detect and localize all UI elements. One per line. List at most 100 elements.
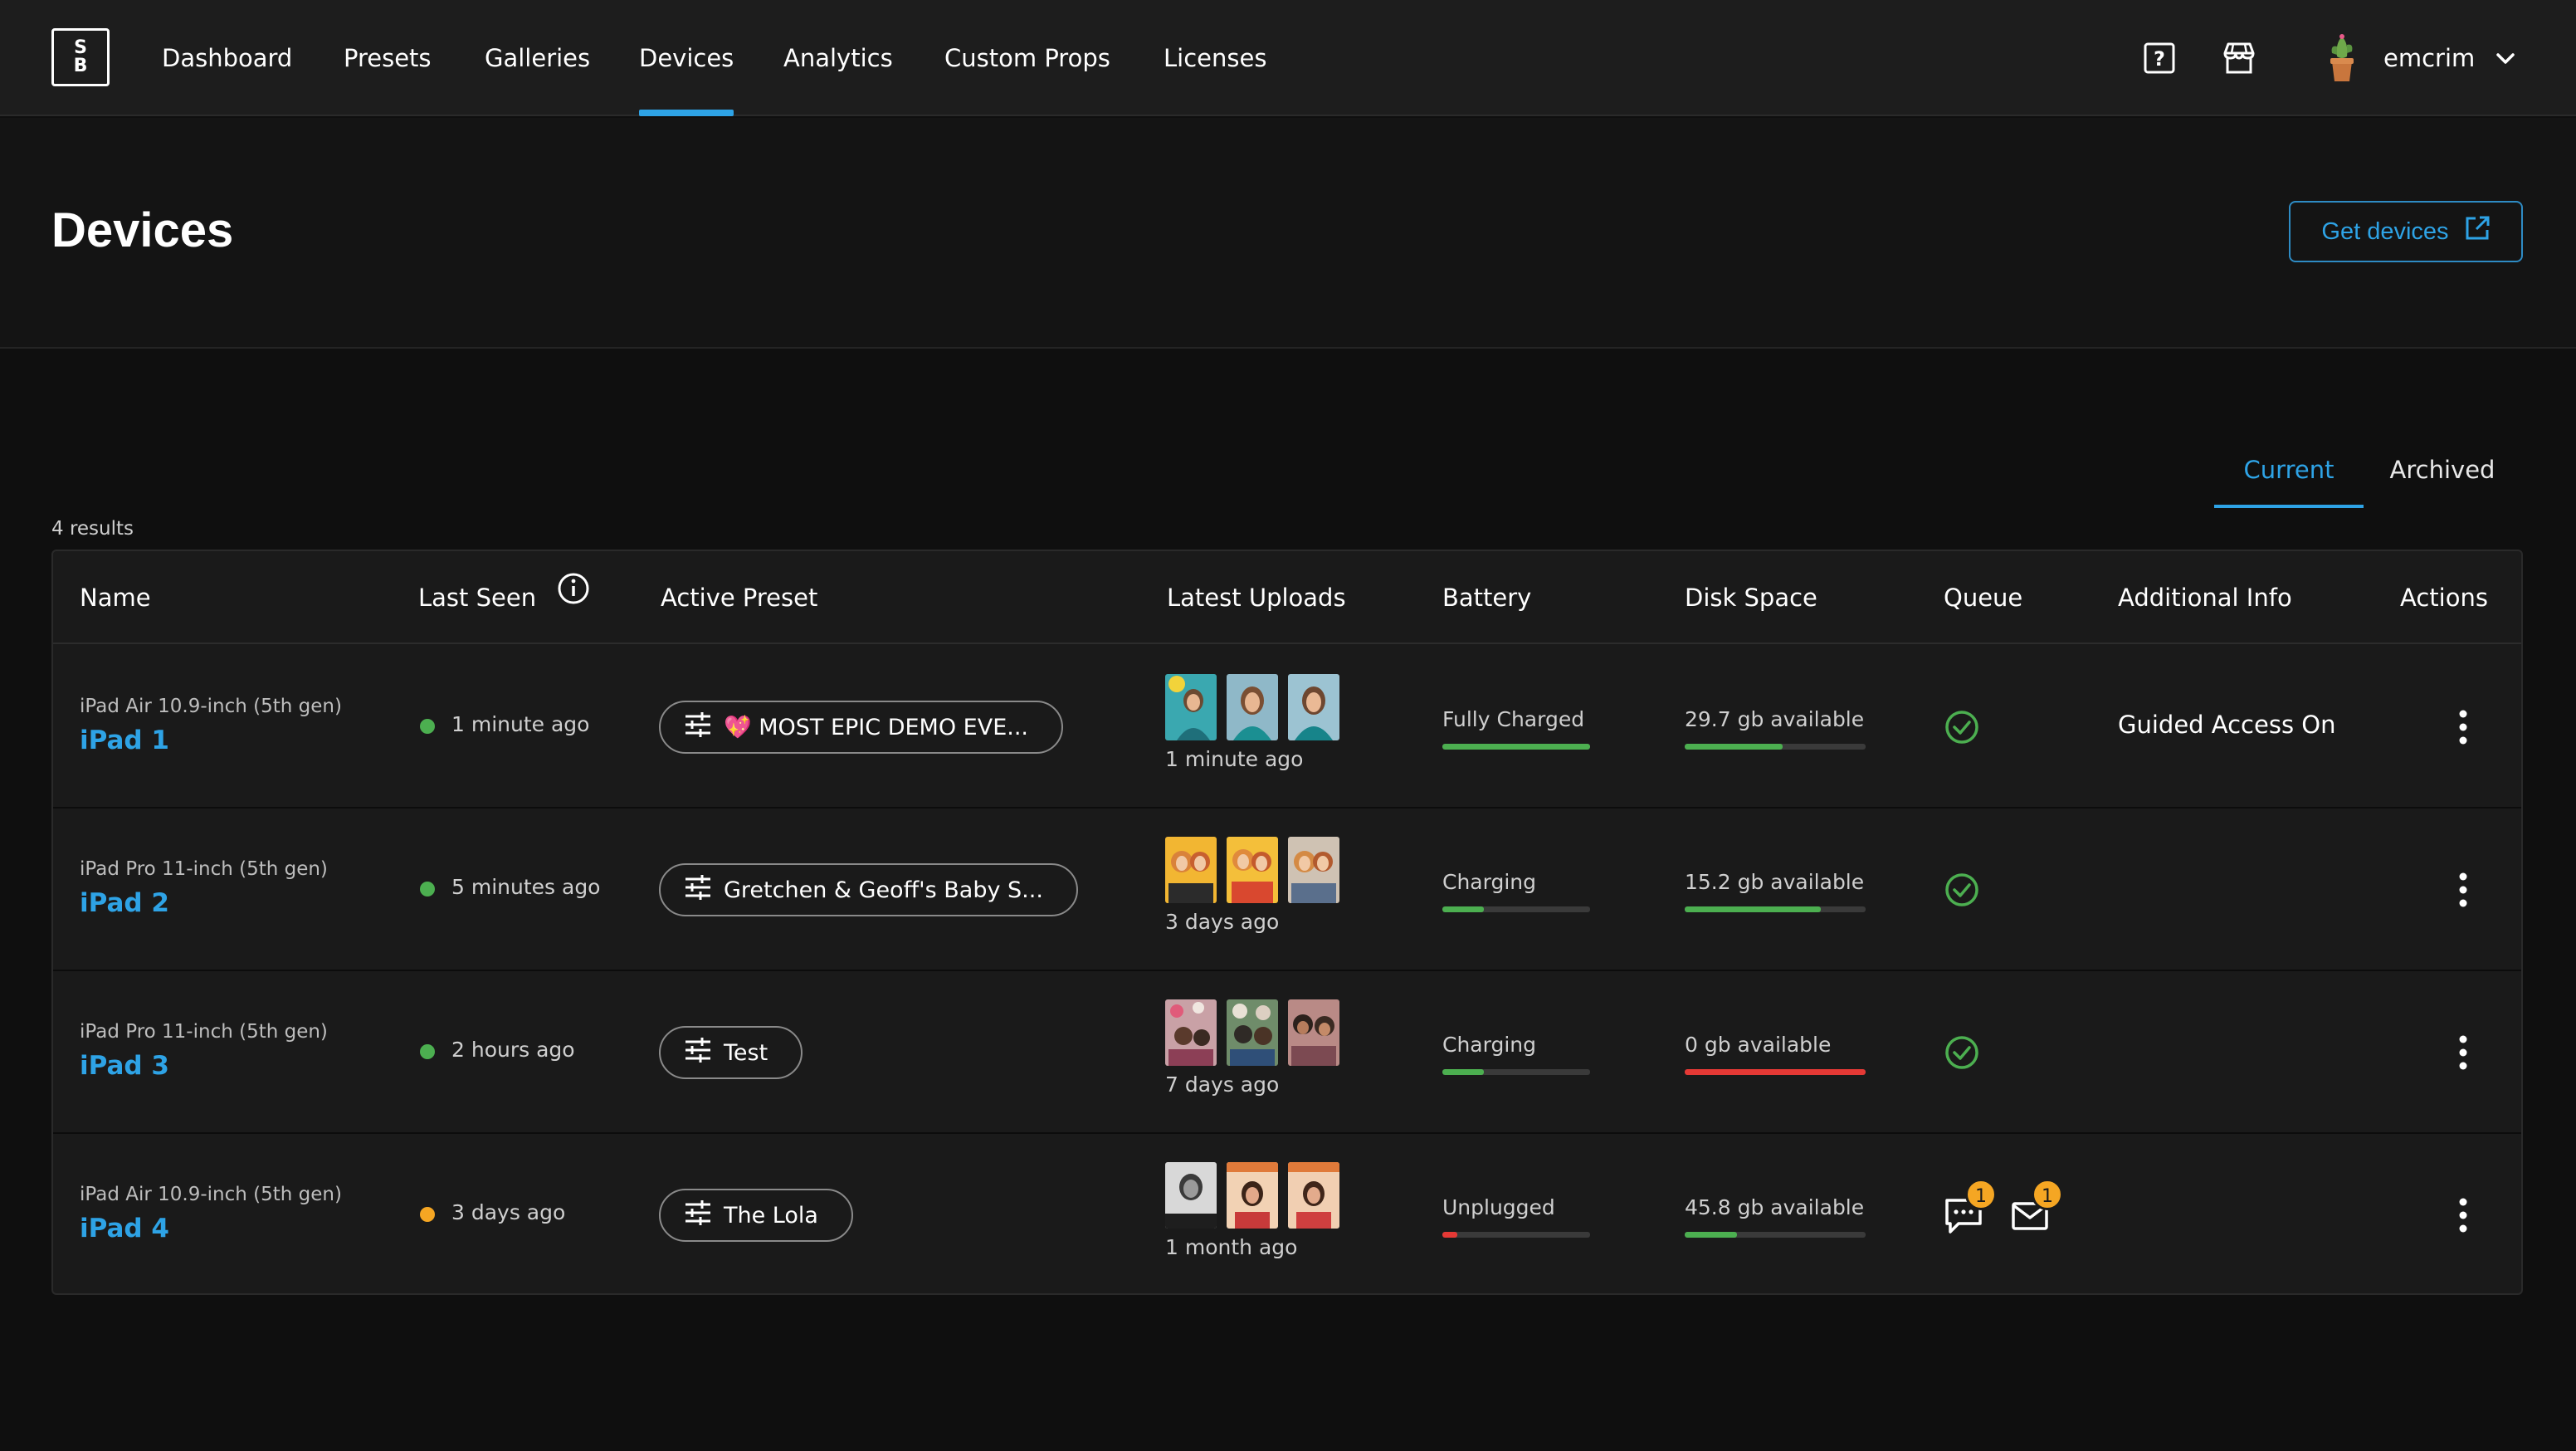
device-model: iPad Air 10.9-inch (5th gen) — [80, 1184, 342, 1205]
battery-level-bar — [1442, 906, 1590, 912]
get-devices-button[interactable]: Get devices — [2289, 201, 2523, 262]
disk-space-bar — [1685, 906, 1866, 912]
table-row[interactable]: iPad Pro 11-inch (5th gen) iPad 3 2 hour… — [53, 971, 2521, 1134]
results-count: 4 results — [51, 518, 134, 540]
sliders-icon — [684, 1037, 712, 1068]
upload-thumbnail[interactable] — [1165, 674, 1217, 740]
upload-thumbnail[interactable] — [1165, 999, 1217, 1066]
upload-thumbnail[interactable] — [1227, 1162, 1278, 1229]
email-queue-icon[interactable]: 1 — [2008, 1179, 2063, 1237]
disk-space-text: 15.2 gb available — [1685, 870, 1865, 894]
upload-thumbnail[interactable] — [1227, 837, 1278, 903]
battery-status: Charging — [1442, 870, 1536, 894]
latest-upload-time: 7 days ago — [1165, 1072, 1280, 1097]
device-name-link[interactable]: iPad 3 — [80, 1051, 169, 1081]
column-header-latest-uploads[interactable]: Latest Uploads — [1167, 551, 1346, 644]
status-dot — [420, 1044, 435, 1059]
active-preset-label: Test — [724, 1039, 768, 1066]
user-avatar[interactable] — [2324, 32, 2360, 85]
disk-space-bar — [1685, 744, 1866, 750]
active-preset-pill[interactable]: Test — [659, 1026, 803, 1079]
chevron-down-icon[interactable] — [2493, 48, 2518, 68]
svg-text:?: ? — [2154, 47, 2165, 71]
nav-presets[interactable]: Presets — [344, 0, 432, 116]
battery-level-fill — [1442, 1069, 1484, 1075]
nav-galleries[interactable]: Galleries — [485, 0, 590, 116]
table-header: Name Last Seen Active Preset Latest Uplo… — [53, 551, 2521, 644]
column-header-queue[interactable]: Queue — [1944, 551, 2022, 644]
latest-upload-time: 3 days ago — [1165, 910, 1280, 934]
battery-level-fill — [1442, 1232, 1457, 1238]
column-header-last-seen[interactable]: Last Seen — [418, 551, 590, 644]
tab-archived[interactable]: Archived — [2374, 432, 2511, 508]
upload-thumbnail[interactable] — [1227, 674, 1278, 740]
nav-devices[interactable]: Devices — [639, 0, 734, 116]
help-box-icon[interactable]: ? — [2141, 40, 2178, 76]
column-header-battery[interactable]: Battery — [1442, 551, 1531, 644]
check-circle-icon — [1944, 709, 1980, 745]
active-preset-pill[interactable]: Gretchen & Geoff's Baby S... — [659, 863, 1078, 916]
status-dot — [420, 1207, 435, 1222]
more-actions-icon[interactable] — [2447, 867, 2480, 913]
more-actions-icon[interactable] — [2447, 1192, 2480, 1238]
more-actions-icon[interactable] — [2447, 1029, 2480, 1076]
active-preset-pill[interactable]: 💖 MOST EPIC DEMO EVE... — [659, 701, 1064, 754]
table-row[interactable]: iPad Air 10.9-inch (5th gen) iPad 1 1 mi… — [53, 646, 2521, 809]
upload-thumbnail[interactable] — [1288, 674, 1339, 740]
nav-licenses[interactable]: Licenses — [1164, 0, 1266, 116]
column-header-actions: Actions — [2400, 584, 2488, 612]
upload-thumbnail[interactable] — [1288, 999, 1339, 1066]
active-preset-label: The Lola — [724, 1202, 818, 1229]
tab-current[interactable]: Current — [2214, 432, 2364, 508]
username[interactable]: emcrim — [2383, 0, 2475, 116]
latest-upload-time: 1 month ago — [1165, 1235, 1298, 1259]
storefront-icon[interactable] — [2221, 40, 2257, 76]
message-queue-badge: 1 — [1965, 1179, 1997, 1210]
battery-level-bar — [1442, 1069, 1590, 1075]
active-preset-label: 💖 MOST EPIC DEMO EVE... — [724, 715, 1029, 740]
battery-status: Charging — [1442, 1033, 1536, 1057]
app-logo[interactable]: S B — [51, 28, 110, 86]
latest-uploads-thumbnails — [1165, 837, 1339, 903]
table-row[interactable]: iPad Air 10.9-inch (5th gen) iPad 4 3 da… — [53, 1134, 2521, 1297]
info-icon[interactable] — [557, 550, 590, 643]
logo-letter-top: S — [74, 37, 87, 58]
table-row[interactable]: iPad Pro 11-inch (5th gen) iPad 2 5 minu… — [53, 809, 2521, 971]
column-header-additional-info[interactable]: Additional Info — [2118, 551, 2292, 644]
battery-level-fill — [1442, 744, 1590, 750]
top-navigation-bar: S B Dashboard Presets Galleries Devices … — [0, 0, 2576, 116]
device-name-link[interactable]: iPad 4 — [80, 1214, 169, 1243]
active-preset-label: Gretchen & Geoff's Baby S... — [724, 877, 1043, 903]
more-actions-icon[interactable] — [2447, 704, 2480, 750]
battery-level-bar — [1442, 744, 1590, 750]
battery-status: Fully Charged — [1442, 707, 1585, 731]
column-header-disk-space[interactable]: Disk Space — [1685, 551, 1817, 644]
message-queue-icon[interactable]: 1 — [1942, 1179, 1997, 1237]
status-dot — [420, 882, 435, 896]
logo-letter-bottom: B — [73, 56, 88, 76]
page-header: Devices Get devices — [0, 118, 2576, 349]
column-header-name[interactable]: Name — [80, 551, 151, 644]
sliders-icon — [684, 874, 712, 906]
upload-thumbnail[interactable] — [1227, 999, 1278, 1066]
column-header-active-preset[interactable]: Active Preset — [661, 551, 817, 644]
device-model: iPad Pro 11-inch (5th gen) — [80, 858, 328, 880]
upload-thumbnail[interactable] — [1165, 1162, 1217, 1229]
additional-info: Guided Access On — [2118, 711, 2336, 739]
email-queue-badge: 1 — [2032, 1179, 2063, 1210]
nav-custom-props[interactable]: Custom Props — [944, 0, 1110, 116]
disk-space-text: 29.7 gb available — [1685, 707, 1865, 731]
disk-space-text: 0 gb available — [1685, 1033, 1832, 1057]
device-name-link[interactable]: iPad 2 — [80, 888, 169, 918]
nav-analytics[interactable]: Analytics — [783, 0, 893, 116]
devices-table: Name Last Seen Active Preset Latest Uplo… — [51, 550, 2523, 1295]
upload-thumbnail[interactable] — [1288, 1162, 1339, 1229]
last-seen-text: 5 minutes ago — [451, 875, 601, 899]
active-preset-pill[interactable]: The Lola — [659, 1189, 853, 1242]
nav-dashboard[interactable]: Dashboard — [162, 0, 292, 116]
device-name-link[interactable]: iPad 1 — [80, 726, 169, 755]
upload-thumbnail[interactable] — [1288, 837, 1339, 903]
last-seen-text: 3 days ago — [451, 1200, 566, 1224]
last-seen-text: 2 hours ago — [451, 1038, 575, 1062]
upload-thumbnail[interactable] — [1165, 837, 1217, 903]
